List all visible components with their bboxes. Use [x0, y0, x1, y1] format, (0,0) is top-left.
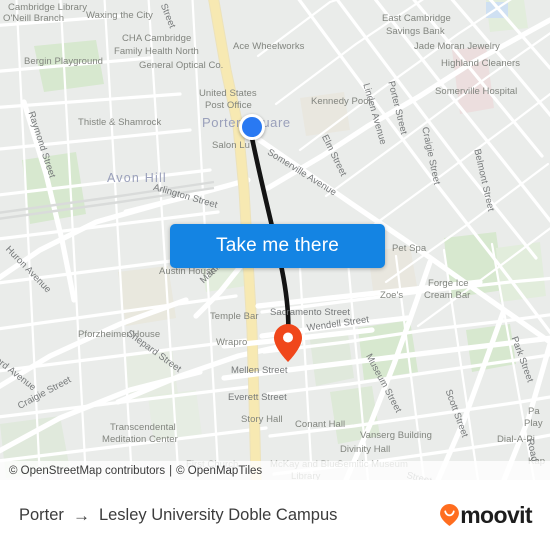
attribution-separator: |	[169, 464, 173, 477]
route-origin-label: Porter	[19, 505, 64, 524]
moovit-logo[interactable]: moovit	[440, 501, 533, 528]
moovit-wordmark: moovit	[460, 501, 532, 528]
route-footer-bar: Porter → Lesley University Doble Campus …	[0, 480, 550, 550]
moovit-pin-icon	[440, 504, 460, 526]
take-me-there-button[interactable]: Take me there	[170, 224, 385, 268]
osm-attribution-link[interactable]: © OpenStreetMap contributors	[9, 465, 165, 477]
route-destination-label: Lesley University Doble Campus	[98, 505, 338, 524]
destination-pin-marker[interactable]	[274, 324, 302, 362]
map-canvas[interactable]: .casing { stroke:#ffffff; fill:none; str…	[0, 0, 550, 480]
origin-dot-marker[interactable]	[239, 114, 265, 140]
map-attribution-bar: © OpenStreetMap contributors | © OpenMap…	[0, 461, 550, 480]
route-summary: Porter → Lesley University Doble Campus	[19, 506, 440, 525]
openmaptiles-attribution-link[interactable]: © OpenMapTiles	[176, 465, 262, 477]
moovit-route-map-screen: .casing { stroke:#ffffff; fill:none; str…	[0, 0, 550, 550]
arrow-right-icon: →	[72, 505, 90, 525]
